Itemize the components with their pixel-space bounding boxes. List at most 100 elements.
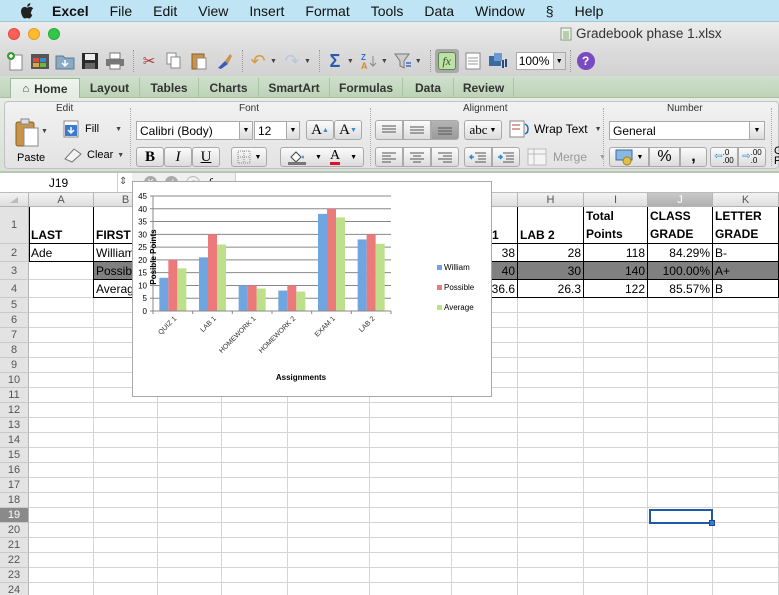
cell[interactable] [370, 493, 452, 508]
row-header-21[interactable]: 21 [0, 538, 29, 553]
cell[interactable] [584, 583, 648, 595]
cell[interactable] [713, 583, 779, 595]
cell[interactable] [648, 463, 713, 478]
sort-icon[interactable]: ZA [358, 50, 380, 72]
cell[interactable] [452, 568, 518, 583]
cell[interactable] [648, 298, 713, 313]
cell[interactable] [713, 508, 779, 523]
cell[interactable] [370, 463, 452, 478]
clear-dropdown-icon[interactable]: ▼ [117, 152, 124, 159]
undo-icon[interactable]: ↶ [247, 50, 269, 72]
cell[interactable] [158, 568, 222, 583]
cell[interactable] [518, 568, 584, 583]
cell[interactable] [713, 478, 779, 493]
cell[interactable] [584, 418, 648, 433]
cell[interactable] [288, 478, 370, 493]
align-center-button[interactable] [403, 147, 431, 167]
cell[interactable] [713, 538, 779, 553]
cell[interactable] [648, 388, 713, 403]
cell[interactable] [452, 463, 518, 478]
tab-home[interactable]: ⌂ Home [10, 78, 80, 98]
cell[interactable] [648, 418, 713, 433]
header-cell-k[interactable]: LETTER GRADE [713, 207, 779, 244]
align-middle-button[interactable] [403, 120, 431, 140]
cell[interactable] [222, 463, 288, 478]
cell[interactable] [713, 388, 779, 403]
cell[interactable] [518, 373, 584, 388]
cell[interactable] [452, 553, 518, 568]
cell[interactable] [648, 538, 713, 553]
cell[interactable] [452, 433, 518, 448]
row-header-24[interactable]: 24 [0, 583, 29, 595]
cell[interactable] [288, 433, 370, 448]
apple-icon[interactable] [20, 2, 36, 19]
row-header-1[interactable]: 1 [0, 207, 29, 244]
cell[interactable] [222, 433, 288, 448]
cell[interactable] [648, 568, 713, 583]
wrap-text-button[interactable]: Wrap Text ▼ [509, 120, 602, 138]
font-size-input[interactable]: 12 [254, 121, 287, 140]
cell[interactable] [518, 448, 584, 463]
cell[interactable] [29, 298, 94, 313]
clear-button[interactable]: Clear ▼ [63, 146, 124, 164]
cell[interactable] [158, 493, 222, 508]
row-header-3[interactable]: 3 [0, 262, 29, 280]
cell[interactable] [584, 328, 648, 343]
font-size-dropdown-icon[interactable]: ▼ [286, 121, 300, 140]
autosum-icon[interactable]: Σ [324, 50, 346, 72]
cell-k2[interactable]: B- [713, 244, 779, 262]
cell[interactable] [648, 448, 713, 463]
row-header-12[interactable]: 12 [0, 403, 29, 418]
cell[interactable] [584, 523, 648, 538]
tab-review[interactable]: Review [454, 78, 514, 98]
decrease-decimal-button[interactable]: ⇨ .00 .0 [738, 147, 766, 167]
cell-j2[interactable]: 84.29% [648, 244, 713, 262]
fill-button[interactable]: Fill ▼ [63, 120, 122, 138]
menu-help[interactable]: Help [575, 3, 604, 19]
cell[interactable] [713, 493, 779, 508]
underline-button[interactable]: U [192, 147, 220, 167]
menu-file[interactable]: File [110, 3, 133, 19]
cell[interactable] [29, 478, 94, 493]
cell-h3[interactable]: 30 [518, 262, 584, 280]
cell[interactable] [648, 328, 713, 343]
cell[interactable] [584, 388, 648, 403]
cell[interactable] [518, 403, 584, 418]
row-header-2[interactable]: 2 [0, 244, 29, 262]
column-header-i[interactable]: I [584, 193, 648, 207]
toolbox-icon[interactable] [462, 50, 484, 72]
cell[interactable] [29, 523, 94, 538]
cell[interactable] [222, 493, 288, 508]
menu-tools[interactable]: Tools [371, 3, 404, 19]
cell[interactable] [29, 448, 94, 463]
font-name-dropdown-icon[interactable]: ▼ [239, 121, 253, 140]
row-header-13[interactable]: 13 [0, 418, 29, 433]
cell[interactable] [584, 313, 648, 328]
cell[interactable] [713, 523, 779, 538]
cell[interactable] [29, 343, 94, 358]
menu-format[interactable]: Format [305, 3, 349, 19]
cell[interactable] [584, 478, 648, 493]
cell[interactable] [518, 388, 584, 403]
cell[interactable] [584, 403, 648, 418]
cell[interactable] [222, 448, 288, 463]
cell[interactable] [94, 433, 158, 448]
cell[interactable] [518, 418, 584, 433]
column-header-j[interactable]: J [648, 193, 713, 207]
sort-dropdown-icon[interactable]: ▼ [381, 58, 388, 65]
minimize-window-button[interactable] [28, 28, 40, 40]
cell[interactable] [94, 448, 158, 463]
cell[interactable] [288, 523, 370, 538]
cell-j3[interactable]: 100.00% [648, 262, 713, 280]
cell[interactable] [584, 568, 648, 583]
cell[interactable] [288, 418, 370, 433]
cell[interactable] [648, 478, 713, 493]
row-header-10[interactable]: 10 [0, 373, 29, 388]
cell[interactable] [518, 478, 584, 493]
cell[interactable] [584, 493, 648, 508]
cell[interactable] [222, 403, 288, 418]
cell[interactable] [158, 478, 222, 493]
cell[interactable] [288, 448, 370, 463]
tab-layout[interactable]: Layout [80, 78, 140, 98]
fill-dropdown-icon[interactable]: ▼ [115, 126, 122, 133]
